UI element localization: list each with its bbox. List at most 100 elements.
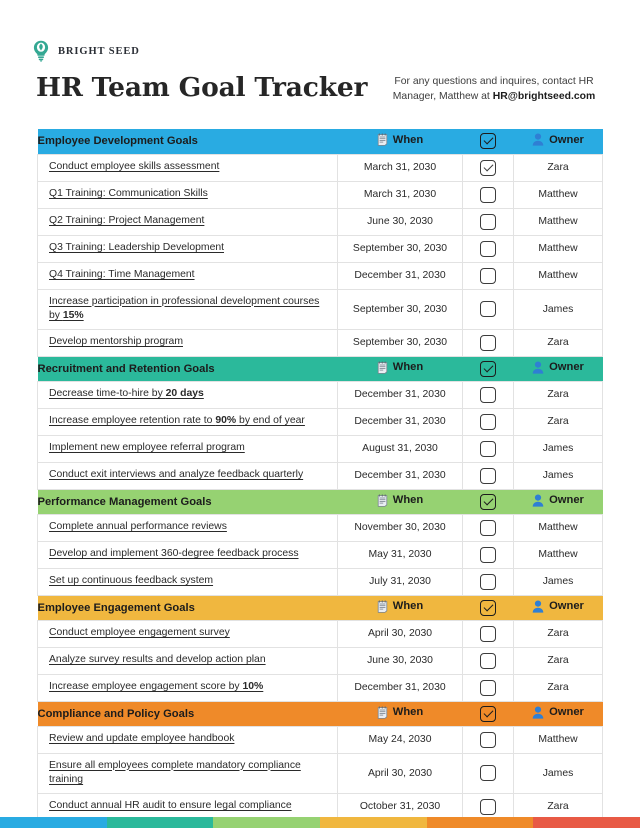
section-done-checkbox[interactable] <box>480 599 496 616</box>
row-done-checkbox[interactable] <box>480 213 496 230</box>
section-done-checkbox[interactable] <box>480 360 496 377</box>
goal-text[interactable]: Implement new employee referral program <box>37 434 338 463</box>
brand-logo-block: BRIGHT SEED <box>31 40 140 62</box>
row-done-checkbox[interactable] <box>480 186 496 203</box>
notepad-icon <box>377 705 388 719</box>
section-header-row: Compliance and Policy Goals When Owner <box>37 701 603 726</box>
goal-text[interactable]: Q3 Training: Leadership Development <box>37 234 338 263</box>
row-done-checkbox[interactable] <box>480 159 496 176</box>
row-done-checkbox[interactable] <box>480 652 496 669</box>
section-header-row: Recruitment and Retention Goals When Owner <box>37 356 603 381</box>
done-cell <box>462 540 514 569</box>
row-done-checkbox[interactable] <box>480 546 496 563</box>
contact-line-1: For any questions and inquires, contact … <box>394 76 594 87</box>
due-date: June 30, 2030 <box>337 207 463 236</box>
table-row: Develop and implement 360-degree feedbac… <box>37 540 603 569</box>
goal-text[interactable]: Review and update employee handbook <box>37 725 338 754</box>
goal-tracker-table: Employee Development Goals When Owner Condu… <box>37 129 603 821</box>
row-done-checkbox[interactable] <box>480 798 496 815</box>
goal-text[interactable]: Conduct employee engagement survey <box>37 619 338 648</box>
due-date: May 24, 2030 <box>337 725 463 754</box>
section-done-checkbox[interactable] <box>480 493 496 510</box>
goal-text[interactable]: Ensure all employees complete mandatory … <box>37 752 338 794</box>
goal-text[interactable]: Set up continuous feedback system <box>37 567 338 596</box>
row-done-checkbox[interactable] <box>480 765 496 781</box>
table-row: Develop mentorship program September 30, … <box>37 328 603 357</box>
due-date: April 30, 2030 <box>337 752 463 794</box>
row-done-checkbox[interactable] <box>480 386 496 403</box>
done-cell <box>462 261 514 290</box>
goal-text[interactable]: Conduct annual HR audit to ensure legal … <box>37 792 338 821</box>
row-done-checkbox[interactable] <box>480 573 496 590</box>
row-done-checkbox[interactable] <box>480 440 496 457</box>
owner-name: Matthew <box>513 725 603 754</box>
row-done-checkbox[interactable] <box>480 301 496 317</box>
contact-line-2-prefix: Manager, Matthew at <box>392 91 493 102</box>
done-cell <box>462 513 514 542</box>
done-cell <box>462 180 514 209</box>
goal-text[interactable]: Decrease time-to-hire by 20 days <box>37 380 338 409</box>
done-cell <box>462 792 514 821</box>
due-date: March 31, 2030 <box>337 180 463 209</box>
row-done-checkbox[interactable] <box>480 519 496 536</box>
row-done-checkbox[interactable] <box>480 625 496 642</box>
goal-text[interactable]: Increase employee engagement score by 10… <box>37 673 338 702</box>
document-page: BRIGHT SEED HR Team Goal Tracker For any… <box>0 0 640 828</box>
person-icon <box>532 706 544 719</box>
row-done-checkbox[interactable] <box>480 413 496 430</box>
goal-text[interactable]: Develop and implement 360-degree feedbac… <box>37 540 338 569</box>
owner-name: Zara <box>513 792 603 821</box>
owner-name: Matthew <box>513 261 603 290</box>
goal-text[interactable]: Analyze survey results and develop actio… <box>37 646 338 675</box>
column-header-owner: Owner <box>514 129 603 154</box>
done-cell <box>462 619 514 648</box>
table-row: Decrease time-to-hire by 20 days December… <box>37 380 603 409</box>
footer-band <box>320 817 427 828</box>
due-date: June 30, 2030 <box>337 646 463 675</box>
owner-name: Matthew <box>513 540 603 569</box>
table-row: Implement new employee referral program A… <box>37 434 603 463</box>
owner-name: James <box>513 288 603 330</box>
due-date: December 31, 2030 <box>337 461 463 490</box>
goal-text[interactable]: Q2 Training: Project Management <box>37 207 338 236</box>
section-done-checkbox[interactable] <box>480 133 496 150</box>
row-done-checkbox[interactable] <box>480 731 496 748</box>
due-date: March 31, 2030 <box>337 153 463 182</box>
footer-band <box>426 817 534 828</box>
due-date: November 30, 2030 <box>337 513 463 542</box>
table-row: Review and update employee handbook May 2… <box>37 725 603 754</box>
owner-name: Zara <box>513 646 603 675</box>
section-done-checkbox[interactable] <box>480 705 496 722</box>
footer-band <box>0 817 107 828</box>
owner-name: Zara <box>513 619 603 648</box>
table-row: Conduct employee skills assessment March … <box>37 153 603 182</box>
brand-name: BRIGHT SEED <box>58 45 140 57</box>
goal-text[interactable]: Develop mentorship program <box>37 328 338 357</box>
column-header-when: When <box>338 489 463 514</box>
goal-text[interactable]: Q1 Training: Communication Skills <box>37 180 338 209</box>
row-done-checkbox[interactable] <box>480 679 496 696</box>
when-label: When <box>392 706 424 718</box>
person-icon <box>532 133 544 146</box>
table-row: Complete annual performance reviews Novem… <box>37 513 603 542</box>
owner-name: Matthew <box>513 207 603 236</box>
row-done-checkbox[interactable] <box>480 267 496 284</box>
goal-text[interactable]: Q4 Training: Time Management <box>37 261 338 290</box>
owner-name: Matthew <box>513 234 603 263</box>
table-body: Employee Development Goals When Owner Condu… <box>37 129 603 821</box>
goal-text[interactable]: Complete annual performance reviews <box>37 513 338 542</box>
goal-text[interactable]: Increase employee retention rate to 90% … <box>37 407 338 436</box>
when-label: When <box>392 494 424 506</box>
goal-text[interactable]: Increase participation in professional d… <box>37 288 338 330</box>
owner-label: Owner <box>549 494 584 506</box>
notepad-icon <box>377 493 388 507</box>
goal-text[interactable]: Conduct employee skills assessment <box>37 153 338 182</box>
when-label: When <box>392 133 424 146</box>
row-done-checkbox[interactable] <box>480 467 496 484</box>
done-cell <box>462 752 514 794</box>
column-header-when: When <box>338 356 463 381</box>
row-done-checkbox[interactable] <box>480 334 496 351</box>
owner-label: Owner <box>549 361 584 373</box>
goal-text[interactable]: Conduct exit interviews and analyze feed… <box>37 461 338 490</box>
row-done-checkbox[interactable] <box>480 240 496 257</box>
